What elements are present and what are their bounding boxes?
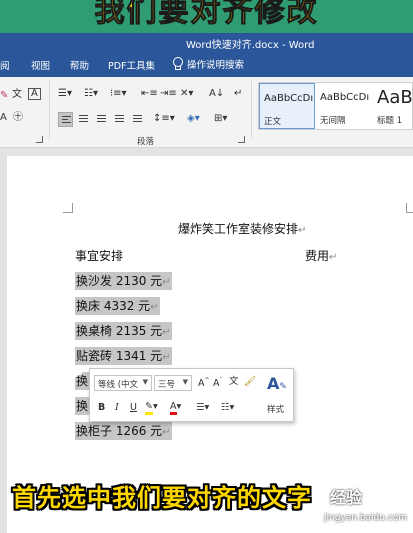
title-bar: Word快速对齐.docx - Word [0,33,413,53]
font-name-dropdown[interactable]: 等线 (中文 ▼ [94,375,152,391]
char-shading-icon[interactable]: A [0,113,7,123]
bullets-icon[interactable]: ☰▾ [58,89,72,99]
font-dialog-launcher[interactable] [36,136,43,143]
baidu-jingyan-watermark: 经验 jingyan.baidu.com [322,484,410,530]
ribbon: ✎ 文 A A ㊉ ☰▾ ☷▾ ⁝≡▾ ⇤≡ ⇥≡ ✕▾ A↓ ↵ ↕≡▾ ◈▾… [0,77,413,148]
style-name: 无间隔 [320,116,346,126]
tell-me-label: 操作说明搜索 [187,60,245,71]
document-line: 换柜子 1266 元↵ [75,422,172,440]
style-preview: AaBbCcDı [320,92,370,103]
tell-me-search[interactable]: 操作说明搜索 [172,57,244,71]
underline-button[interactable]: U [130,403,137,413]
line-spacing-icon[interactable]: ↕≡▾ [153,114,175,124]
justify-button[interactable] [112,112,127,127]
highlight-color-button[interactable]: ✎▾ [145,401,158,415]
tab-help[interactable]: 帮助 [70,58,89,72]
style-no-spacing[interactable]: AaBbCcDı 无间隔 [316,83,372,129]
font-color-button[interactable]: A▾ [170,401,181,415]
align-right-button[interactable] [94,112,109,127]
char-border-icon[interactable]: A [28,88,41,100]
document-header-right: 费用↵ [305,249,338,263]
align-center-button[interactable] [76,112,91,127]
style-preview: AaBbCcDı [264,93,314,104]
numbering-icon[interactable]: ☷▾ [84,89,98,99]
shading-icon[interactable]: ◈▾ [187,114,200,124]
paragraph-group-label: 段落 [137,137,155,147]
video-banner: 我们要对齐修改 [0,0,413,33]
document-line: 换桌椅 2135 元↵ [75,322,172,340]
style-name: 正文 [264,117,282,127]
banner-text: 我们要对齐修改 [94,0,319,30]
styles-icon: A✎ [267,374,287,393]
borders-icon[interactable]: ⊞▾ [214,114,227,124]
paragraph-dialog-launcher[interactable] [238,136,245,143]
bold-button[interactable]: B [98,403,105,413]
crop-mark [406,203,413,213]
alignment-buttons [58,112,145,127]
styles-gallery: AaBbCcDı 正文 AaBbCcDı 无间隔 AaB 标题 1 [258,82,413,130]
multilevel-list-icon[interactable]: ⁝≡▾ [110,89,127,99]
style-normal[interactable]: AaBbCcDı 正文 [259,83,315,129]
format-painter-icon[interactable]: 🖌 [244,377,256,387]
video-subtitle: 首先选中我们要对齐的文字 [12,484,312,512]
grow-font-icon[interactable]: A^ [198,378,210,389]
sort-icon[interactable]: A↓ [209,89,224,99]
document-header-left: 事宜安排 [75,249,124,263]
group-divider [251,81,252,139]
font-name-value: 等线 (中文 [98,380,139,390]
tab-pdf-tools[interactable]: PDF工具集 [108,58,155,72]
mini-styles-button[interactable]: A✎ 样式 [263,374,291,418]
phonetic-guide-icon[interactable]: 文 [229,377,239,387]
watermark-url: jingyan.baidu.com [324,513,408,523]
chinese-layout-icon[interactable]: ✕▾ [180,89,193,99]
increase-indent-icon[interactable]: ⇥≡ [160,89,177,99]
enclose-char-icon[interactable]: ㊉ [13,113,23,123]
document-line: 贴瓷砖 1341 元↵ [75,347,172,365]
tab-view[interactable]: 视图 [31,58,50,72]
style-name: 标题 1 [377,116,403,126]
font-size-dropdown[interactable]: 三号 ▼ [154,375,192,391]
decrease-indent-icon[interactable]: ⇤≡ [141,89,158,99]
bullets-icon[interactable]: ☰▾ [196,403,209,413]
align-left-button[interactable] [58,112,73,127]
clear-format-icon[interactable]: ✎ [0,91,8,101]
crop-mark [63,203,73,213]
watermark-logo: 经验 [330,488,363,507]
lightbulb-icon [172,57,183,71]
distributed-button[interactable] [130,112,145,127]
font-size-value: 三号 [158,380,176,390]
chevron-down-icon: ▼ [182,378,188,386]
phonetic-guide-icon[interactable]: 文 [12,90,22,100]
document-line: 换床 4332 元↵ [75,297,160,315]
document-line: 换 [75,397,90,415]
italic-button[interactable]: I [115,403,119,413]
mini-toolbar: 等线 (中文 ▼ 三号 ▼ A^ Aˇ 文 🖌 B I U ✎▾ A▾ ☰▾ ☷▾ … [89,368,294,422]
style-preview: AaB [377,87,413,108]
shrink-font-icon[interactable]: Aˇ [213,378,223,389]
show-marks-icon[interactable]: ↵ [234,89,242,99]
group-divider [49,81,50,139]
document-title: 爆炸笑工作室装修安排↵ [178,222,307,236]
style-heading-1[interactable]: AaB 标题 1 [373,83,413,129]
styles-label: 样式 [267,405,285,415]
ribbon-tabs: 阅 视图 帮助 PDF工具集 操作说明搜索 [0,53,413,77]
chevron-down-icon: ▼ [142,378,148,386]
window-title: Word快速对齐.docx - Word [186,40,315,51]
numbering-icon[interactable]: ☷▾ [221,403,234,413]
document-line: 换沙发 2130 元↵ [75,272,172,290]
tab-review[interactable]: 阅 [0,58,10,72]
